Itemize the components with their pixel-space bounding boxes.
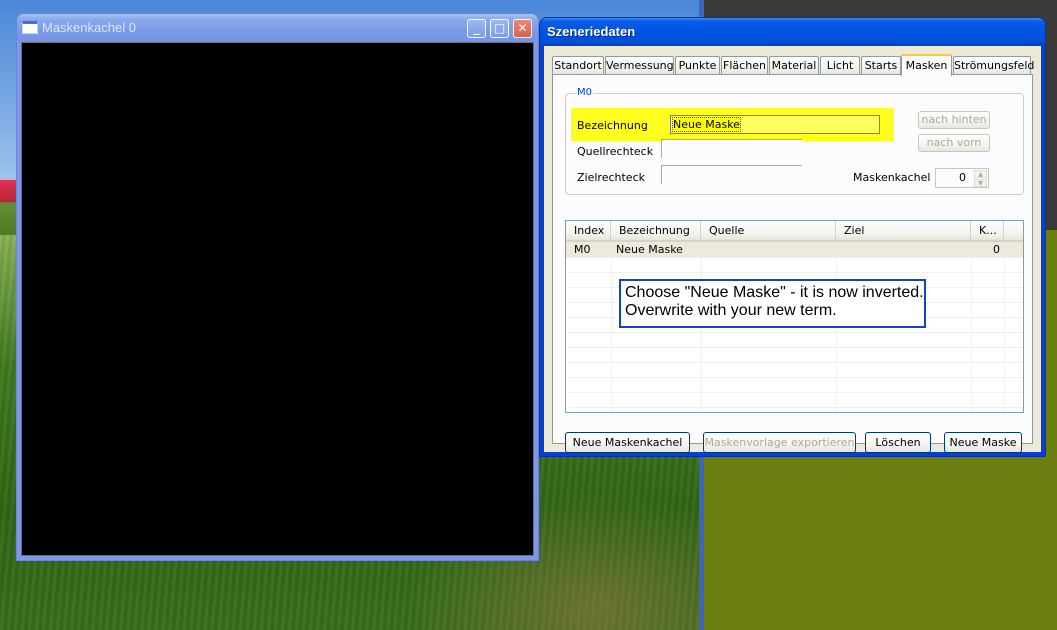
tab-starts[interactable]: Starts [861, 56, 901, 75]
minimize-button[interactable]: _ [467, 19, 486, 38]
window-app-icon [22, 21, 38, 34]
close-icon: ✕ [517, 21, 528, 35]
column-header-index[interactable]: Index [566, 221, 611, 240]
tab-stroemungsfeld[interactable]: Strömungsfeld [953, 56, 1034, 75]
mask-window-title: Maskenkachel 0 [42, 20, 136, 35]
callout-line-2: Overwrite with your new term. [625, 302, 837, 319]
tab-vermessung[interactable]: Vermessung [605, 56, 674, 75]
dialog-titlebar[interactable]: Szeneriedaten [540, 18, 1045, 46]
dialog-title: Szeneriedaten [547, 24, 636, 39]
bezeichnung-selected-text: Neue Maske [672, 117, 741, 132]
table-row[interactable]: M0 Neue Maske 0 [566, 242, 1023, 257]
quellrechteck-label: Quellrechteck [577, 145, 654, 158]
column-header-quelle[interactable]: Quelle [701, 221, 836, 240]
callout-line-1: Choose "Neue Maske" - it is now inverted… [625, 284, 924, 301]
background-olive-area [704, 440, 1057, 630]
group-label: M0 [576, 87, 593, 99]
row-index-cell: M0 [574, 243, 591, 256]
nach-hinten-button[interactable]: nach hinten [918, 111, 990, 129]
bezeichnung-input[interactable]: Neue Maske [670, 115, 880, 134]
zielrechteck-field[interactable] [661, 165, 802, 184]
mask-window-titlebar[interactable]: Maskenkachel 0 _ □ ✕ [17, 14, 538, 42]
tab-standort[interactable]: Standort [552, 56, 604, 75]
tab-punkte[interactable]: Punkte [675, 56, 720, 75]
maskenvorlage-exportieren-button[interactable]: Maskenvorlage exportieren [703, 432, 856, 453]
tab-flaechen[interactable]: Flächen [721, 56, 768, 75]
maximize-icon: □ [493, 21, 506, 35]
spin-down-icon[interactable]: ▼ [974, 179, 987, 187]
tab-material[interactable]: Material [769, 56, 819, 75]
neue-maske-button[interactable]: Neue Maske [944, 432, 1022, 453]
neue-maskenkachel-button[interactable]: Neue Maskenkachel [565, 432, 690, 453]
row-bezeichnung-cell: Neue Maske [616, 243, 683, 256]
column-header-bezeichnung[interactable]: Bezeichnung [611, 221, 701, 240]
nach-vorn-button[interactable]: nach vorn [918, 134, 990, 152]
background-olive-area [1044, 230, 1057, 445]
instruction-callout: Choose "Neue Maske" - it is now inverted… [619, 279, 926, 328]
mask-tile-canvas[interactable] [21, 42, 534, 556]
quellrechteck-field[interactable] [661, 139, 802, 158]
spin-up-icon[interactable]: ▲ [974, 170, 987, 178]
minimize-icon: _ [473, 21, 480, 35]
row-k-cell: 0 [993, 243, 1000, 256]
background-scenery-detail [0, 180, 18, 235]
bezeichnung-label: Bezeichnung [577, 119, 648, 132]
column-header-ziel[interactable]: Ziel [836, 221, 971, 240]
close-button[interactable]: ✕ [513, 19, 532, 38]
maskenkachel-spinner[interactable]: 0 ▲ ▼ [935, 168, 989, 188]
dialog-body: Standort Vermessung Punkte Flächen Mater… [544, 46, 1041, 453]
masks-tab-panel: M0 Bezeichnung Neue Maske Quellrechteck … [552, 74, 1033, 453]
mask-tile-window[interactable]: Maskenkachel 0 _ □ ✕ [17, 14, 538, 560]
zielrechteck-label: Zielrechteck [577, 171, 645, 184]
tab-licht[interactable]: Licht [820, 56, 860, 75]
maximize-button[interactable]: □ [490, 19, 509, 38]
maskenkachel-label: Maskenkachel [853, 171, 931, 184]
list-header: Index Bezeichnung Quelle Ziel K... [566, 221, 1023, 242]
scenery-data-dialog[interactable]: Szeneriedaten Standort Vermessung Punkte… [540, 18, 1045, 456]
tab-masken[interactable]: Masken [901, 54, 952, 76]
loeschen-button[interactable]: Löschen [865, 432, 931, 453]
maskenkachel-value: 0 [959, 171, 966, 184]
column-header-k[interactable]: K... [971, 221, 1004, 240]
background-dark-area [704, 0, 1057, 18]
